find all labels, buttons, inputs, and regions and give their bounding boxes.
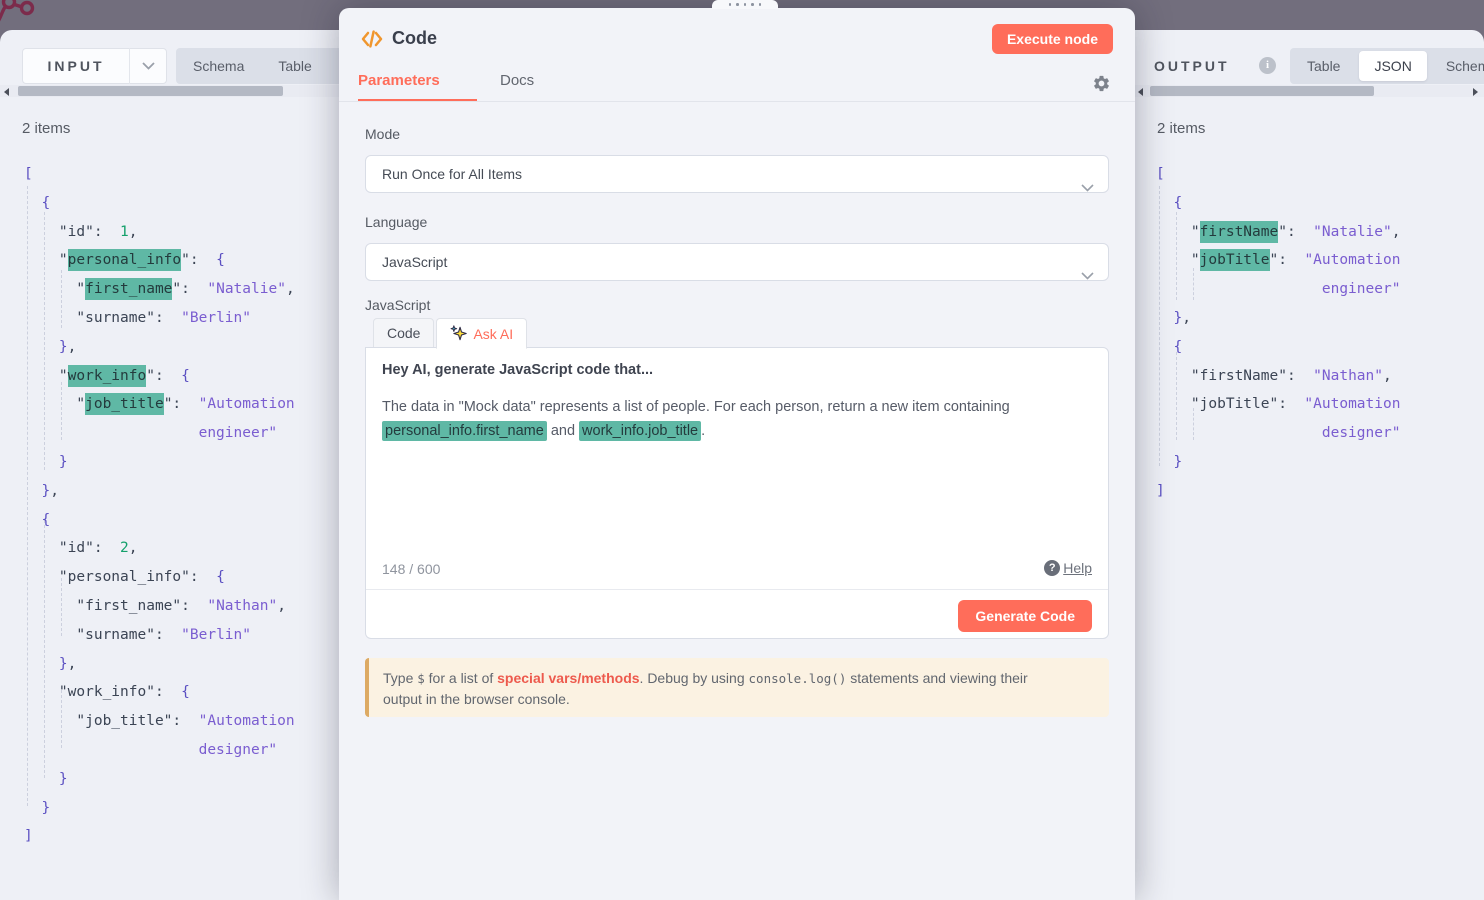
input-view-switcher: Schema Table (176, 48, 350, 84)
scroll-left-arrow[interactable] (1138, 88, 1143, 96)
input-source-select[interactable]: INPUT (22, 48, 167, 84)
help-link[interactable]: ? Help (1044, 560, 1092, 576)
output-panel-title: OUTPUT (1154, 50, 1230, 82)
tab-output-schema[interactable]: Schema (1429, 48, 1484, 84)
ask-ai-prompt-box: Hey AI, generate JavaScript code that...… (365, 347, 1109, 639)
input-panel: INPUT Schema Table 2 items [ { "id": 1, … (0, 30, 350, 900)
chevron-down-icon (130, 62, 166, 70)
mode-select[interactable]: Run Once for All Items (365, 155, 1109, 193)
code-node-icon (360, 27, 384, 56)
code-node-modal: Code Execute node Parameters Docs Mode R… (339, 8, 1135, 900)
input-json-view: [ { "id": 1, "personal_info": { "first_n… (24, 160, 295, 851)
language-select[interactable]: JavaScript (365, 243, 1109, 281)
tab-editor-ask-ai[interactable]: Ask AI (436, 318, 527, 349)
output-panel: OUTPUT i Table JSON Schema 2 items [ { "… (1135, 30, 1484, 900)
output-view-switcher: Table JSON Schema (1290, 48, 1484, 84)
chevron-down-icon (1081, 257, 1094, 293)
input-panel-title: INPUT (23, 58, 129, 74)
scroll-right-arrow[interactable] (1473, 88, 1478, 96)
generate-code-button[interactable]: Generate Code (958, 600, 1092, 632)
code-hint-callout: Type $ for a list of special vars/method… (365, 658, 1109, 717)
output-items-count: 2 items (1157, 120, 1205, 137)
prompt-textarea[interactable]: The data in "Mock data" represents a lis… (382, 395, 1092, 443)
input-items-count: 2 items (22, 120, 70, 137)
tab-editor-code[interactable]: Code (373, 318, 434, 348)
editor-tab-bar: Code Ask AI (373, 318, 527, 349)
input-hscrollbar-thumb[interactable] (18, 86, 283, 96)
chevron-down-icon (1081, 169, 1094, 205)
tab-input-table[interactable]: Table (261, 48, 328, 84)
output-json-view: [ { "firstName": "Natalie", "jobTitle": … (1156, 160, 1400, 506)
gear-icon[interactable] (1092, 74, 1111, 98)
tab-output-json[interactable]: JSON (1359, 51, 1426, 81)
language-value: JavaScript (382, 254, 447, 270)
language-label: Language (365, 214, 427, 230)
node-title: Code (392, 28, 437, 49)
tab-output-table[interactable]: Table (1290, 48, 1357, 84)
scroll-left-arrow[interactable] (4, 88, 9, 96)
divider (366, 589, 1108, 590)
editor-label: JavaScript (365, 297, 430, 313)
sparkles-icon (450, 325, 467, 342)
divider (339, 101, 1135, 102)
ask-ai-label: Ask AI (473, 320, 513, 348)
prompt-heading: Hey AI, generate JavaScript code that... (382, 362, 653, 378)
tab-parameters[interactable]: Parameters (358, 72, 440, 89)
drag-handle[interactable] (712, 0, 778, 9)
execute-node-button[interactable]: Execute node (992, 24, 1113, 54)
canvas-node-decoration (0, 0, 70, 30)
help-label: Help (1063, 560, 1092, 576)
tab-docs[interactable]: Docs (500, 72, 534, 89)
info-icon[interactable]: i (1259, 57, 1276, 74)
output-hscrollbar-thumb[interactable] (1150, 86, 1374, 96)
help-icon: ? (1044, 560, 1060, 576)
char-count: 148 / 600 (382, 561, 440, 577)
mode-label: Mode (365, 126, 400, 142)
mode-value: Run Once for All Items (382, 166, 522, 182)
tab-input-schema[interactable]: Schema (176, 48, 261, 84)
